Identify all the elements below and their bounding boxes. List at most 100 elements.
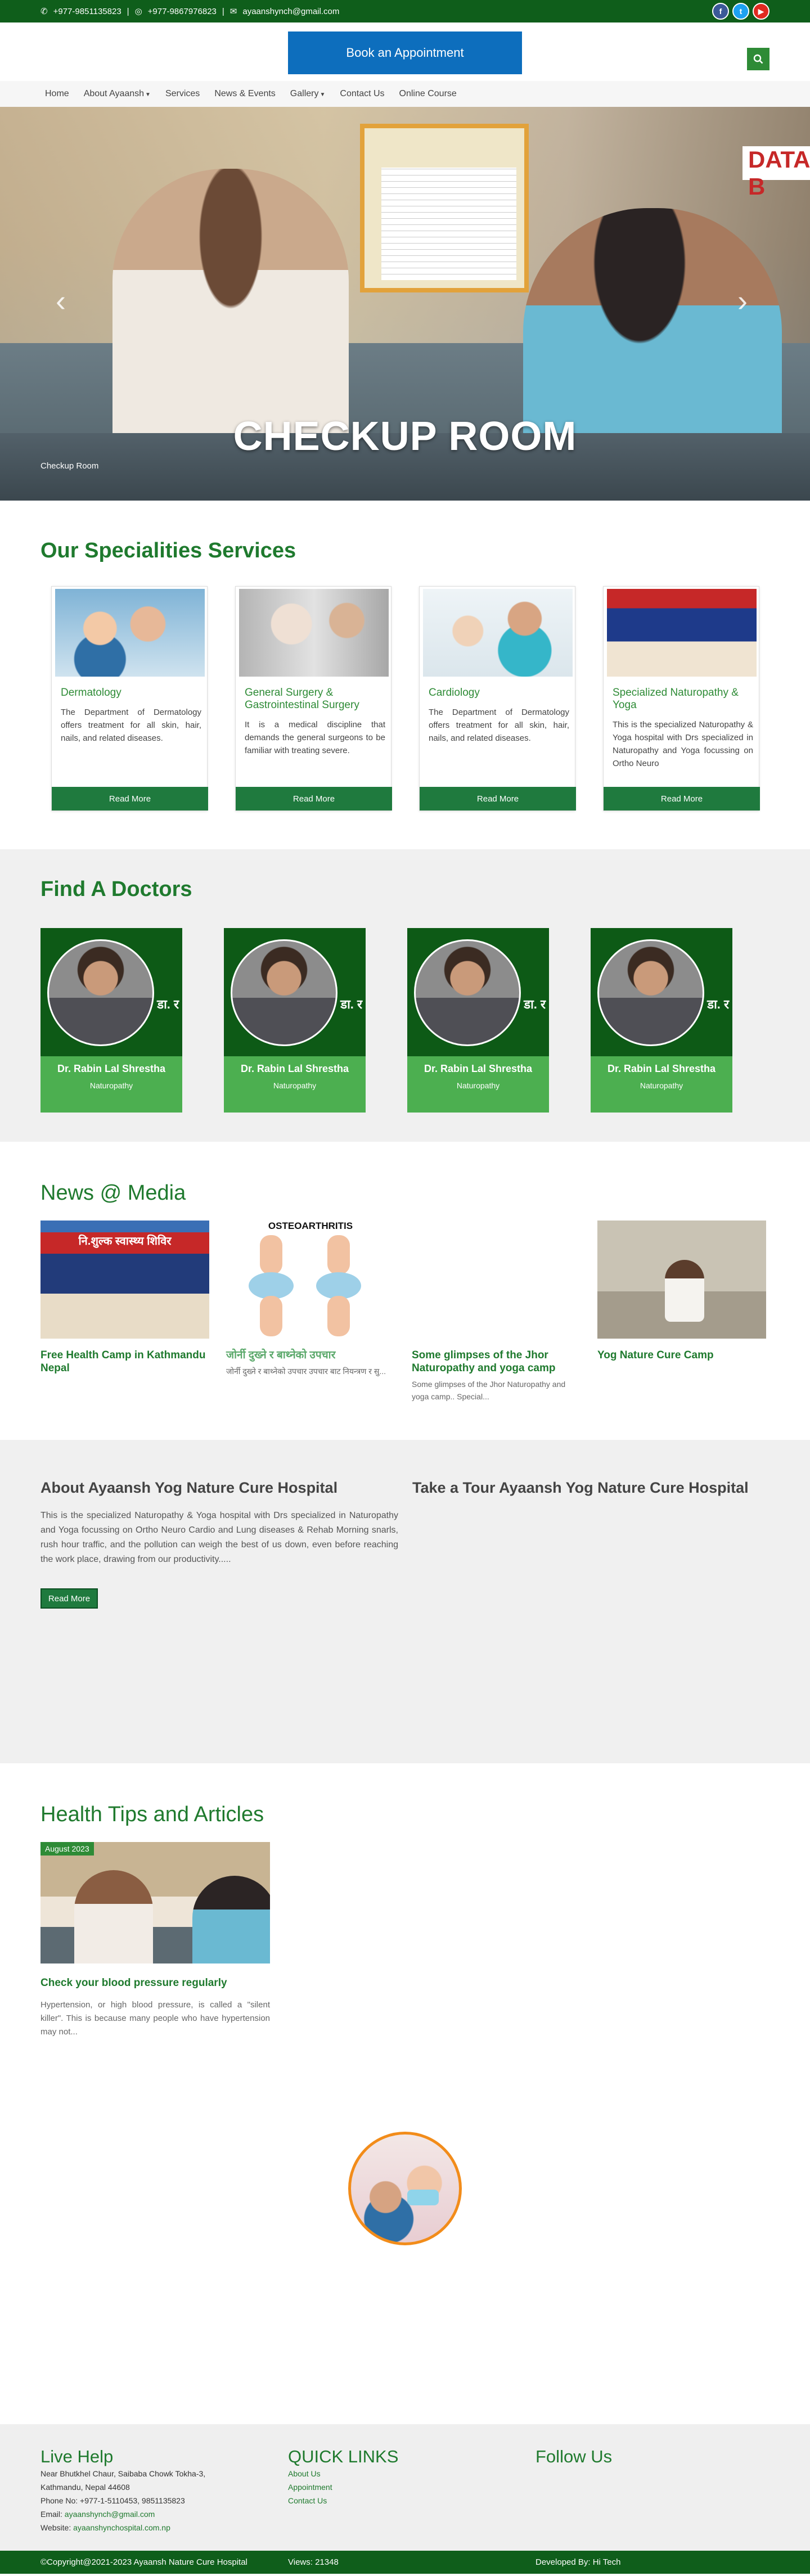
news-image: OSTEOARTHRITIS: [226, 1221, 395, 1339]
top-email[interactable]: ayaanshynch@gmail.com: [242, 7, 339, 16]
doctor-photo: [597, 939, 704, 1046]
footer-phone: Phone No: +977-1-5110453, 9851135823: [40, 2496, 185, 2505]
doctor-card[interactable]: डा. र Dr. Rabin Lal Shrestha Naturopathy: [591, 928, 732, 1113]
email-label: Email:: [40, 2510, 62, 2519]
footer-email-row: Email: ayaanshynch@gmail.com: [40, 2507, 205, 2521]
speciality-card: Specialized Naturopathy & Yoga This is t…: [603, 586, 760, 811]
nav-item-contact[interactable]: Contact Us: [340, 89, 384, 99]
twitter-icon[interactable]: t: [732, 3, 749, 20]
hero-notice-board: [360, 124, 529, 292]
news-image: [597, 1221, 766, 1339]
read-more-button[interactable]: Read More: [236, 787, 392, 810]
doctor-name: Dr. Rabin Lal Shrestha: [424, 1063, 533, 1074]
specialities-section: Our Specialities Services Dermatology Th…: [0, 501, 810, 849]
article-nurse: [192, 1876, 270, 1963]
card-desc: It is a medical discipline that demands …: [245, 720, 385, 755]
doctor-card[interactable]: डा. र Dr. Rabin Lal Shrestha Naturopathy: [40, 928, 182, 1113]
phone-icon: ✆: [40, 7, 48, 16]
card-title[interactable]: General Surgery & Gastrointestinal Surge…: [245, 687, 385, 711]
facebook-icon[interactable]: f: [712, 3, 729, 20]
article-card[interactable]: August 2023 Check your blood pressure re…: [40, 1842, 270, 2039]
doctor-card[interactable]: डा. र Dr. Rabin Lal Shrestha Naturopathy: [407, 928, 549, 1113]
nav-item-gallery[interactable]: Gallery ▼: [290, 89, 326, 99]
phone-1[interactable]: +977-9851135823: [53, 7, 122, 16]
doctor-photo: [47, 939, 154, 1046]
yoga-person: [665, 1260, 704, 1322]
doctor-banner: डा. र: [591, 928, 732, 1056]
read-more-button[interactable]: Read More: [420, 787, 576, 810]
doctor-card[interactable]: डा. र Dr. Rabin Lal Shrestha Naturopathy: [224, 928, 366, 1113]
nav-item-services[interactable]: Services: [165, 89, 200, 99]
footer-link-appointment[interactable]: Appointment: [288, 2480, 398, 2494]
caret-down-icon: ▼: [320, 92, 326, 98]
news-title[interactable]: जोर्नी दुख्ने र बाथ्नेको उपचार: [226, 1349, 395, 1362]
nav-item-home[interactable]: Home: [45, 89, 69, 99]
nav-item-online-course[interactable]: Online Course: [399, 89, 457, 99]
slider-next-icon[interactable]: ›: [731, 284, 754, 318]
tour-heading: Take a Tour Ayaansh Yog Nature Cure Hosp…: [412, 1479, 749, 1496]
news-item[interactable]: Some glimpses of the Jhor Naturopathy an…: [412, 1221, 580, 1403]
whatsapp-icon: ◎: [134, 7, 142, 16]
youtube-icon[interactable]: ▶: [753, 3, 770, 20]
footer-link-contact[interactable]: Contact Us: [288, 2494, 398, 2507]
article-image: August 2023: [40, 1842, 270, 1963]
footer-live-help: Live Help Near Bhutkhel Chaur, Saibaba C…: [40, 2447, 205, 2534]
news-title[interactable]: Free Health Camp in Kathmandu Nepal: [40, 1349, 209, 1375]
news-desc: जोर्नी दुख्ने र बाथ्नेको उपचार उपचार बाट…: [226, 1367, 386, 1376]
phone-2[interactable]: +977-9867976823: [148, 7, 217, 16]
doctor-role: Naturopathy: [456, 1081, 500, 1090]
news-title[interactable]: Some glimpses of the Jhor Naturopathy an…: [412, 1349, 580, 1375]
developed-by: Developed By: Hi Tech: [536, 2557, 621, 2567]
floating-avatar[interactable]: [348, 2132, 462, 2245]
footer: Live Help Near Bhutkhel Chaur, Saibaba C…: [0, 2424, 810, 2551]
card-title[interactable]: Dermatology: [61, 687, 201, 699]
cardiology-image: [423, 589, 573, 677]
nav-item-about[interactable]: About Ayaansh ▼: [84, 89, 151, 99]
separator: |: [127, 6, 129, 16]
news-desc: Some glimpses of the Jhor Naturopathy an…: [412, 1380, 566, 1401]
footer-website-link[interactable]: ayaanshynchospital.com.np: [73, 2523, 170, 2532]
doctor-photo: [414, 939, 521, 1046]
banner-text: डा. र: [157, 997, 179, 1011]
news-heading: News @ Media: [40, 1181, 186, 1205]
image-label: OSTEOARTHRITIS: [268, 1221, 353, 1231]
header: Book an Appointment: [0, 22, 810, 81]
news-item[interactable]: OSTEOARTHRITIS जोर्नी दुख्ने र बाथ्नेको …: [226, 1221, 395, 1377]
search-button[interactable]: [747, 48, 770, 70]
about-read-more-button[interactable]: Read More: [40, 1588, 98, 1609]
news-item[interactable]: Yog Nature Cure Camp: [597, 1221, 766, 1365]
read-more-button[interactable]: Read More: [52, 787, 208, 810]
doctor-role: Naturopathy: [640, 1081, 683, 1090]
news-section: News @ Media नि.शुल्क स्वास्थ्य शिविर Fr…: [0, 1142, 810, 1440]
search-icon: [753, 54, 763, 64]
footer-heading: Follow Us: [536, 2447, 613, 2466]
speciality-card: Dermatology The Department of Dermatolog…: [51, 586, 208, 811]
read-more-button[interactable]: Read More: [604, 787, 760, 810]
top-bar: ✆ +977-9851135823 | ◎ +977-9867976823 | …: [0, 0, 810, 22]
views-counter: Views: 21348: [288, 2557, 339, 2567]
doctor-banner: डा. र: [40, 928, 182, 1056]
nav-item-news[interactable]: News & Events: [214, 89, 275, 99]
article-desc: Hypertension, or high blood pressure, is…: [40, 2000, 270, 2037]
main-nav: Home About Ayaansh ▼ Services News & Even…: [0, 81, 810, 107]
card-title[interactable]: Cardiology: [429, 687, 569, 699]
naturopathy-image: [607, 589, 757, 677]
doctor-photo: [231, 939, 338, 1046]
doctor-banner: डा. र: [407, 928, 549, 1056]
slider-prev-icon[interactable]: ‹: [50, 284, 72, 318]
card-desc: The Department of Dermatology offers tre…: [429, 708, 569, 743]
card-desc: The Department of Dermatology offers tre…: [61, 708, 201, 743]
copyright: ©Copyright@2021-2023 Ayaansh Nature Cure…: [40, 2557, 248, 2567]
footer-link-about[interactable]: About Us: [288, 2467, 398, 2480]
avatar-mask: [407, 2190, 439, 2205]
footer-address-1: Near Bhutkhel Chaur, Saibaba Chowk Tokha…: [40, 2469, 206, 2478]
bottom-bar: ©Copyright@2021-2023 Ayaansh Nature Cure…: [0, 2551, 810, 2574]
book-appointment-button[interactable]: Book an Appointment: [288, 31, 522, 74]
social-links: f t ▶: [712, 3, 770, 20]
footer-email-link[interactable]: ayaanshynch@gmail.com: [65, 2510, 155, 2519]
hero-slider: DATA B ‹ › CHECKUP ROOM Checkup Room: [0, 107, 810, 501]
news-title[interactable]: Yog Nature Cure Camp: [597, 1349, 766, 1362]
news-item[interactable]: नि.शुल्क स्वास्थ्य शिविर Free Health Cam…: [40, 1221, 209, 1378]
card-title[interactable]: Specialized Naturopathy & Yoga: [613, 687, 753, 711]
article-title[interactable]: Check your blood pressure regularly: [40, 1977, 270, 1989]
